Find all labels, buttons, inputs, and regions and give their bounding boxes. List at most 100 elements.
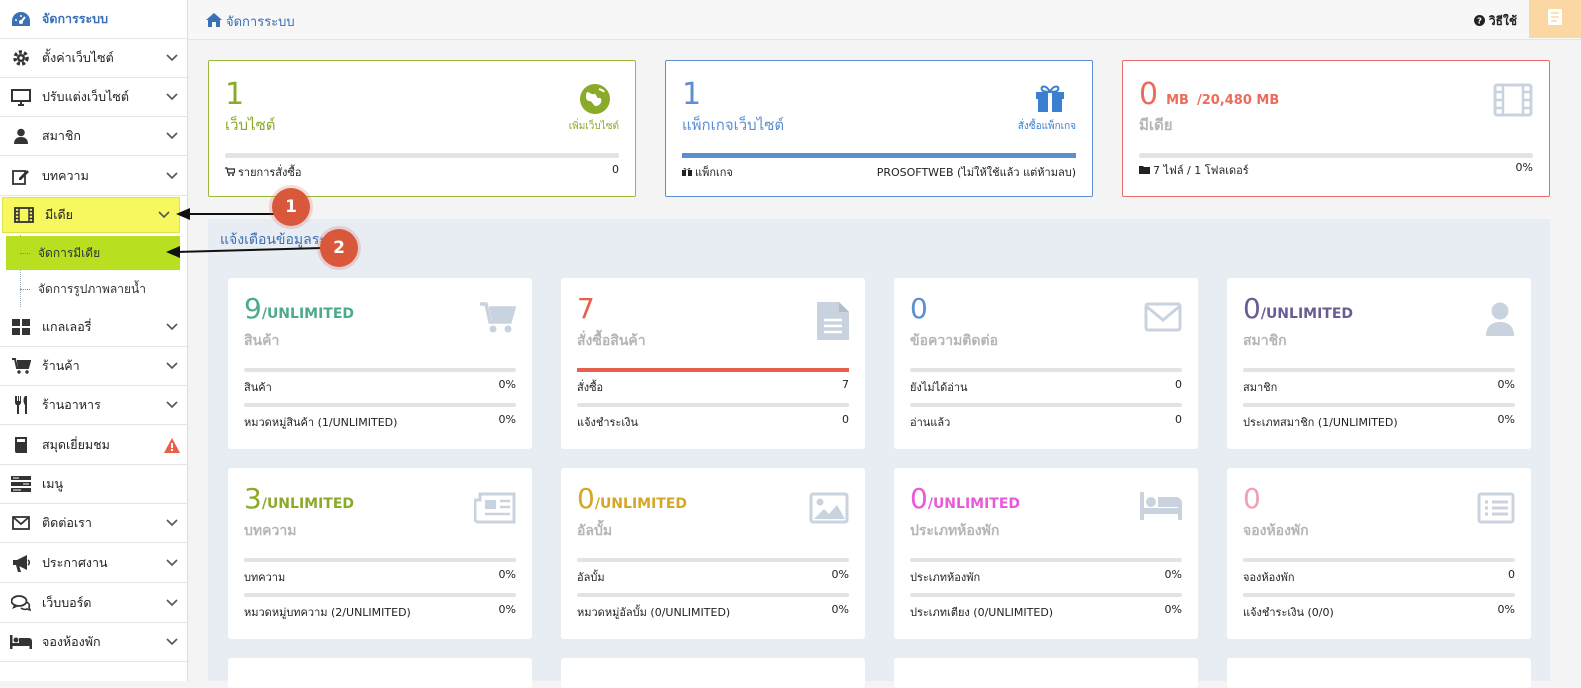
- sidebar-item-label: จองห้องพัก: [42, 634, 101, 649]
- sidebar-item-grid[interactable]: แกลเลอรี่: [0, 308, 187, 347]
- package-foot-label: แพ็กเกจ: [695, 166, 733, 179]
- stat-title: สมาชิก: [1243, 333, 1287, 349]
- sidebar-subitem-manage-media[interactable]: จัดการมีเดีย: [6, 236, 180, 270]
- notebook-icon: [1547, 8, 1563, 30]
- sidebar-item-cart[interactable]: ร้านค้า: [0, 347, 187, 386]
- chevron-down-icon[interactable]: [157, 172, 187, 180]
- stat-bar: [244, 593, 516, 597]
- stat-card-bed: 0/UNLIMITED ประเภทห้องพัก ประเภทห้องพัก 0% ป…: [894, 468, 1198, 639]
- globe-icon[interactable]: [579, 83, 611, 119]
- chevron-down-icon[interactable]: [157, 599, 187, 607]
- chevron-down-icon[interactable]: [157, 401, 187, 409]
- cart-icon: [480, 302, 517, 338]
- sidebar-item-monitor[interactable]: ปรับแต่งเว็บไซต์: [0, 78, 187, 117]
- stat-row-label: สมาชิก: [1243, 381, 1278, 394]
- stat-bar: [577, 593, 849, 597]
- sidebar-item-label: แกลเลอรี่: [42, 319, 92, 334]
- sidebar-item-megaphone[interactable]: ประกาศงาน: [0, 544, 187, 583]
- sidebar-item-label: ปรับแต่งเว็บไซต์: [42, 89, 129, 104]
- stat-bar: [1243, 403, 1515, 407]
- stat-bar: [244, 558, 516, 562]
- stat-title: ข้อความติดต่อ: [910, 333, 998, 349]
- stat-row: สั่งซื้อ 7: [577, 368, 849, 396]
- package-name: PROSOFTWEB (ไม่ให้ใช้แล้ว แต่ห้ามลบ): [876, 166, 1076, 179]
- help-link[interactable]: ? วิธีใช้: [1473, 12, 1517, 31]
- envelope-icon: [1144, 302, 1182, 336]
- breadcrumb[interactable]: จัดการระบบ: [206, 11, 295, 32]
- chevron-down-icon[interactable]: [157, 638, 187, 646]
- add-website-link[interactable]: เพิ่มเว็บไซต์: [569, 119, 619, 134]
- stat-row-value: 0%: [1497, 603, 1515, 616]
- stat-count: 0: [1243, 292, 1261, 325]
- stat-card-envelope: 0 ข้อความติดต่อ ยังไม่ได้อ่าน 0 อ่านแล้ว 0: [894, 278, 1198, 449]
- sidebar-item-film[interactable]: มีเดีย: [2, 197, 180, 233]
- chevron-down-icon[interactable]: [157, 362, 187, 370]
- package-label: แพ็กเกจเว็บไซต์: [682, 116, 785, 134]
- stat-row-value: 0%: [831, 603, 849, 616]
- stat-row: หมวดหมู่บทความ (2/UNLIMITED) 0%: [244, 593, 516, 621]
- chevron-down-icon[interactable]: [157, 559, 187, 567]
- chevron-down-icon[interactable]: [157, 132, 187, 140]
- stat-row-value: 0%: [1164, 568, 1182, 581]
- stat-bar: [1243, 558, 1515, 562]
- notebook-button[interactable]: [1529, 0, 1581, 38]
- stat-row-value: 0%: [1497, 378, 1515, 391]
- film-icon: [1493, 83, 1533, 121]
- grid-icon: [0, 319, 42, 335]
- sidebar-item-label: สมาชิก: [42, 128, 81, 143]
- sidebar-item-menu[interactable]: เมนู: [0, 465, 187, 504]
- image-icon: [809, 492, 849, 528]
- chevron-down-icon[interactable]: [157, 54, 187, 62]
- chevron-down-icon[interactable]: [157, 323, 187, 331]
- monitor-icon: [0, 88, 42, 106]
- media-summary-card: 0 MB/20,480 MB มีเดีย 7 ไฟล์ / 1 โฟลเดอร์…: [1122, 60, 1550, 197]
- stat-title: สั่งซื้อสินค้า: [577, 333, 646, 349]
- stat-row: ประเภทเตียง (0/UNLIMITED) 0%: [910, 593, 1182, 621]
- sidebar-item-gear[interactable]: ตั้งค่าเว็บไซต์: [0, 39, 187, 78]
- bed-icon: [1140, 492, 1182, 524]
- website-summary-card: 1 เว็บไซต์ เพิ่มเว็บไซต์ รายการสั่งซื้อ 0: [208, 60, 636, 197]
- gift-small-icon: [682, 166, 692, 179]
- stat-title: ประเภทห้องพัก: [910, 523, 1000, 539]
- sidebar-item-user[interactable]: สมาชิก: [0, 117, 187, 156]
- stat-card-file: 7 สั่งซื้อสินค้า สั่งซื้อ 7 แจ้งชำระเงิน 0: [561, 278, 865, 449]
- topbar: จัดการระบบ ? วิธีใช้: [188, 0, 1581, 40]
- sidebar-item-label: มีเดีย: [45, 207, 73, 222]
- stat-row-label: แจ้งชำระเงิน: [577, 416, 639, 429]
- buy-package-link[interactable]: สั่งซื้อแพ็กเกจ: [1018, 119, 1076, 134]
- stat-bar: [577, 558, 849, 562]
- file-icon: [817, 302, 849, 344]
- stat-count: 3: [244, 482, 262, 515]
- orders-value: 0: [612, 163, 619, 176]
- stat-row: แจ้งชำระเงิน (0/0) 0%: [1243, 593, 1515, 621]
- sidebar-item-edit[interactable]: บทความ: [0, 157, 187, 196]
- stat-title: อัลบั้ม: [577, 523, 613, 539]
- gift-icon[interactable]: [1034, 83, 1066, 117]
- stat-limit: /UNLIMITED: [261, 496, 355, 512]
- sidebar-subitem-label: จัดการรูปภาพลายน้ำ: [38, 281, 146, 296]
- partial-card: [894, 658, 1198, 688]
- sidebar-subitem-watermark[interactable]: จัดการรูปภาพลายน้ำ: [6, 272, 180, 306]
- sidebar-item-book[interactable]: สมุดเยี่ยมชม: [0, 426, 187, 465]
- chevron-down-icon[interactable]: [157, 93, 187, 101]
- stat-title: สินค้า: [244, 333, 280, 349]
- stat-row-value: 0%: [831, 568, 849, 581]
- stat-row: แจ้งชำระเงิน 0: [577, 403, 849, 431]
- sidebar-item-comments[interactable]: เว็บบอร์ด: [0, 584, 187, 623]
- stat-row-label: จองห้องพัก: [1243, 571, 1295, 584]
- chevron-down-icon[interactable]: [157, 519, 187, 527]
- sidebar-item-bed[interactable]: จองห้องพัก: [0, 623, 187, 662]
- stat-row-label: ประเภทห้องพัก: [910, 571, 981, 584]
- stat-bar: [1243, 368, 1515, 372]
- annotation-badge-1: 1: [272, 188, 310, 226]
- chevron-down-icon[interactable]: [149, 211, 179, 219]
- sidebar-item-utensils[interactable]: ร้านอาหาร: [0, 386, 187, 425]
- stat-bar: [244, 368, 516, 372]
- sidebar-item-envelope[interactable]: ติดต่อเรา: [0, 504, 187, 543]
- stat-row: ประเภทห้องพัก 0%: [910, 558, 1182, 586]
- sidebar-item-label: ประกาศงาน: [42, 555, 108, 570]
- sidebar-item-dashboard[interactable]: จัดการระบบ: [0, 0, 187, 39]
- comments-icon: [0, 594, 42, 612]
- sidebar-subitem-label: จัดการมีเดีย: [38, 245, 101, 260]
- stat-row-value: 0: [1175, 413, 1182, 426]
